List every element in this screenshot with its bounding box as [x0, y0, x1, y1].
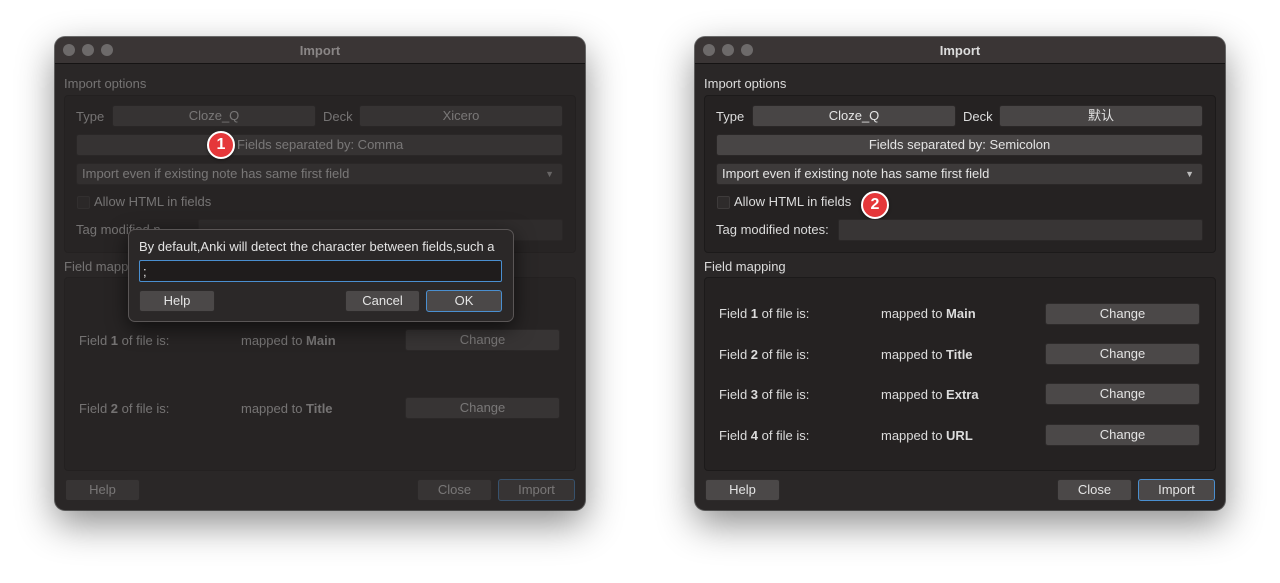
- duplicate-handling-select[interactable]: Import even if existing note has same fi…: [76, 163, 563, 185]
- type-label: Type: [76, 109, 105, 124]
- import-window-right: Import Import options Type Cloze_Q Deck …: [695, 37, 1225, 510]
- field-2-label: Field 2 of file is:: [719, 347, 810, 362]
- fields-separator-button[interactable]: Fields separated by: Semicolon: [716, 134, 1203, 156]
- help-button[interactable]: Help: [65, 479, 140, 501]
- deck-label: Deck: [963, 109, 993, 124]
- field-mapping-label: Field mapping: [704, 259, 786, 274]
- field-3-mapping: mapped to Extra: [881, 387, 979, 402]
- import-button[interactable]: Import: [1138, 479, 1215, 501]
- window-title: Import: [939, 43, 981, 58]
- change-button-1[interactable]: Change: [405, 329, 560, 351]
- separator-input-dialog: By default,Anki will detect the characte…: [128, 229, 514, 322]
- field-1-label: Field 1 of file is:: [79, 333, 170, 348]
- field-1-label: Field 1 of file is:: [719, 306, 810, 321]
- change-button-2[interactable]: Change: [1045, 343, 1200, 365]
- field-4-label: Field 4 of file is:: [719, 428, 810, 443]
- type-selector[interactable]: Cloze_Q: [752, 105, 956, 127]
- close-button[interactable]: Close: [1057, 479, 1132, 501]
- close-button[interactable]: Close: [417, 479, 492, 501]
- title-bar: Import: [695, 37, 1225, 64]
- field-1-mapping: mapped to Main: [241, 333, 336, 348]
- change-button-2[interactable]: Change: [405, 397, 560, 419]
- type-label: Type: [716, 109, 745, 124]
- allow-html-checkbox[interactable]: [717, 196, 730, 209]
- tag-modified-label: Tag modified notes:: [716, 222, 829, 237]
- field-mapping-label: Field mapp: [64, 259, 129, 274]
- field-2-label: Field 2 of file is:: [79, 401, 170, 416]
- field-2-mapping: mapped to Title: [241, 401, 333, 416]
- step-2-badge: 2: [861, 191, 889, 219]
- step-1-badge: 1: [207, 131, 235, 159]
- import-options-label: Import options: [64, 76, 147, 91]
- title-bar: Import: [55, 37, 585, 64]
- tag-modified-input[interactable]: [838, 219, 1203, 241]
- import-button[interactable]: Import: [498, 479, 575, 501]
- change-button-4[interactable]: Change: [1045, 424, 1200, 446]
- chevron-down-icon: ▼: [1185, 169, 1194, 179]
- help-button[interactable]: Help: [705, 479, 780, 501]
- field-3-label: Field 3 of file is:: [719, 387, 810, 402]
- allow-html-label: Allow HTML in fields: [94, 194, 212, 209]
- dialog-message: By default,Anki will detect the characte…: [139, 239, 495, 254]
- import-window-left: Import Import options Type Cloze_Q Deck …: [55, 37, 585, 510]
- dialog-cancel-button[interactable]: Cancel: [345, 290, 420, 312]
- type-selector[interactable]: Cloze_Q: [112, 105, 316, 127]
- field-4-mapping: mapped to URL: [881, 428, 973, 443]
- deck-selector[interactable]: Xicero: [359, 105, 563, 127]
- duplicate-option-text: Import even if existing note has same fi…: [82, 166, 350, 181]
- allow-html-checkbox[interactable]: [77, 196, 90, 209]
- chevron-down-icon: ▼: [545, 169, 554, 179]
- window-title: Import: [299, 43, 341, 58]
- fields-separator-button[interactable]: Fields separated by: Comma: [76, 134, 563, 156]
- deck-label: Deck: [323, 109, 353, 124]
- field-1-mapping: mapped to Main: [881, 306, 976, 321]
- field-2-mapping: mapped to Title: [881, 347, 973, 362]
- duplicate-option-text: Import even if existing note has same fi…: [722, 166, 990, 181]
- dialog-ok-button[interactable]: OK: [426, 290, 502, 312]
- allow-html-label: Allow HTML in fields: [734, 194, 852, 209]
- deck-selector[interactable]: 默认: [999, 105, 1203, 127]
- dialog-help-button[interactable]: Help: [139, 290, 215, 312]
- change-button-1[interactable]: Change: [1045, 303, 1200, 325]
- import-options-label: Import options: [704, 76, 787, 91]
- separator-input[interactable]: [139, 260, 502, 282]
- change-button-3[interactable]: Change: [1045, 383, 1200, 405]
- duplicate-handling-select[interactable]: Import even if existing note has same fi…: [716, 163, 1203, 185]
